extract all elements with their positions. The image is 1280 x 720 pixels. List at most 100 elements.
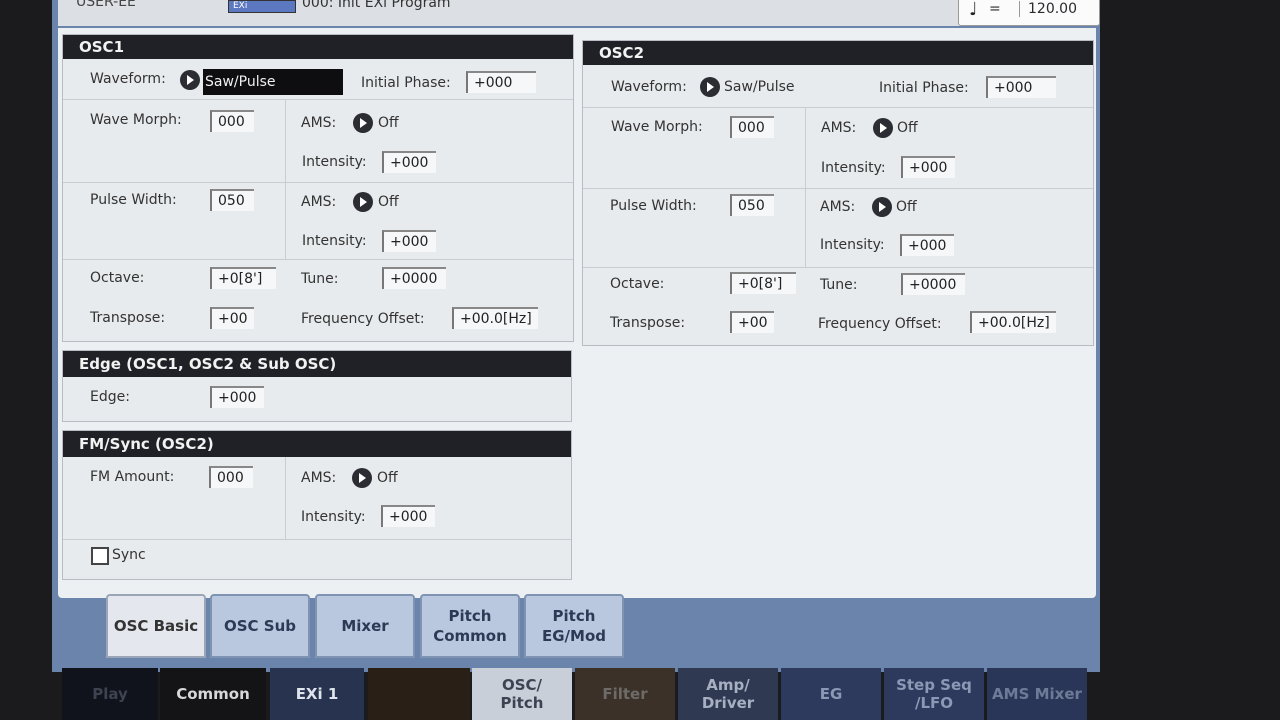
osc2-pw-ams-label: AMS:	[820, 199, 856, 215]
osc2-transpose-label: Transpose:	[610, 315, 686, 331]
osc2-transpose-field[interactable]: +00	[730, 311, 774, 333]
tab-osc-basic[interactable]: OSC Basic	[106, 594, 206, 658]
popup-arrow-icon[interactable]	[353, 192, 373, 212]
popup-arrow-icon[interactable]	[700, 77, 720, 97]
osc2-pulse-width-field[interactable]: 050	[730, 194, 774, 216]
osc2-pw-intensity-field[interactable]: +000	[900, 234, 954, 256]
tab-pitch-eg-mod[interactable]: Pitch EG/Mod	[524, 594, 624, 658]
mode-label: USER-EE	[76, 0, 136, 10]
osc2-freq-offset-field[interactable]: +00.0[Hz]	[970, 311, 1056, 333]
tab-pitch-common[interactable]: Pitch Common	[420, 594, 520, 658]
osc2-wave-morph-field[interactable]: 000	[730, 116, 774, 138]
osc2-waveform-row: Waveform: Saw/Pulse Initial Phase: +000	[583, 65, 1093, 108]
popup-arrow-icon[interactable]	[873, 118, 893, 138]
main-tab-common[interactable]: Common	[160, 668, 266, 720]
osc1-pw-ams-value[interactable]: Off	[378, 194, 399, 210]
osc1-pulse-width-label: Pulse Width:	[90, 192, 177, 208]
osc1-transpose-label: Transpose:	[90, 310, 166, 326]
main-tab-play[interactable]: Play	[62, 668, 158, 720]
osc2-wave-morph-label: Wave Morph:	[611, 119, 703, 135]
osc2-wm-ams-value[interactable]: Off	[897, 120, 918, 136]
fm-amount-field[interactable]: 000	[209, 466, 253, 488]
osc1-tune-field[interactable]: +0000	[382, 267, 446, 289]
osc1-wm-ams-value[interactable]: Off	[378, 115, 399, 131]
osc1-wm-intensity-field[interactable]: +000	[382, 151, 436, 173]
osc2-octave-field[interactable]: +0[8']	[730, 272, 796, 294]
osc1-transpose-field[interactable]: +00	[210, 307, 254, 329]
osc1-freq-offset-field[interactable]: +00.0[Hz]	[452, 307, 538, 329]
osc2-pw-ams-value[interactable]: Off	[896, 199, 917, 215]
program-name[interactable]: 000: Init EXi Program	[302, 0, 451, 11]
osc1-section: OSC1 Waveform: Saw/Pulse Initial Phase: …	[62, 34, 574, 342]
osc1-title: OSC1	[63, 35, 573, 59]
edge-section: Edge (OSC1, OSC2 & Sub OSC) Edge: +000	[62, 350, 572, 422]
tempo-value: 120.00	[1019, 1, 1077, 17]
popup-arrow-icon[interactable]	[353, 113, 373, 133]
main-tab-amp-line2: Driver	[701, 694, 755, 712]
fm-intensity-label: Intensity:	[301, 509, 366, 525]
osc2-tune-field[interactable]: +0000	[901, 273, 965, 295]
osc1-waveform-field[interactable]: Saw/Pulse	[203, 69, 343, 95]
fm-ams-value[interactable]: Off	[377, 470, 398, 486]
sync-label: Sync	[112, 547, 146, 563]
tempo-box[interactable]: ♩ = 120.00	[958, 0, 1100, 26]
osc2-initial-phase-label: Initial Phase:	[879, 80, 969, 96]
osc2-octave-label: Octave:	[610, 276, 665, 292]
tempo-equals: =	[989, 1, 1001, 17]
osc1-freq-offset-label: Frequency Offset:	[301, 311, 425, 327]
main-tab-filter[interactable]: Filter	[575, 668, 675, 720]
osc2-pulse-width-label: Pulse Width:	[610, 198, 697, 214]
osc1-wave-morph-field[interactable]: 000	[210, 110, 254, 132]
osc2-pulse-width-row: Pulse Width: 050 AMS: Off Intensity: +00…	[583, 189, 1093, 268]
osc2-pitch-row: Octave: +0[8'] Tune: +0000 Transpose: +0…	[583, 268, 1093, 344]
tab-osc-basic-label: OSC Basic	[113, 617, 199, 635]
tab-mixer-label: Mixer	[341, 617, 389, 635]
osc1-pulse-width-field[interactable]: 050	[210, 189, 254, 211]
osc1-wave-morph-row: Wave Morph: 000 AMS: Off Intensity: +000	[63, 100, 573, 183]
osc1-pw-ams-label: AMS:	[301, 194, 337, 210]
main-tab-amp-driver[interactable]: Amp/ Driver	[678, 668, 778, 720]
tab-osc-sub[interactable]: OSC Sub	[210, 594, 310, 658]
osc1-waveform-label: Waveform:	[90, 71, 166, 87]
osc1-octave-field[interactable]: +0[8']	[210, 267, 276, 289]
osc2-pw-intensity-label: Intensity:	[820, 237, 885, 253]
header-bar: USER-EE EXi 000: Init EXi Program	[58, 0, 1098, 26]
main-tab-step-seq[interactable]: Step Seq /LFO	[884, 668, 984, 720]
main-tab-amp-line1: Amp/	[706, 676, 750, 694]
edge-field[interactable]: +000	[210, 386, 264, 408]
fm-amount-label: FM Amount:	[90, 469, 175, 485]
osc2-section: OSC2 Waveform: Saw/Pulse Initial Phase: …	[582, 40, 1094, 346]
main-tab-osc-pitch-line1: OSC/	[501, 676, 543, 694]
osc2-freq-offset-label: Frequency Offset:	[818, 316, 942, 332]
fm-sync-title: FM/Sync (OSC2)	[63, 431, 571, 457]
main-tab-osc-pitch-line2: Pitch	[500, 694, 544, 712]
popup-arrow-icon[interactable]	[872, 197, 892, 217]
main-tab-exi1[interactable]: EXi 1	[270, 668, 364, 720]
osc2-wave-morph-row: Wave Morph: 000 AMS: Off Intensity: +000	[583, 108, 1093, 189]
osc1-pw-intensity-field[interactable]: +000	[382, 230, 436, 252]
tab-pitch-eg-line1: Pitch	[552, 607, 596, 625]
osc2-initial-phase-field[interactable]: +000	[986, 76, 1056, 98]
osc2-waveform-value[interactable]: Saw/Pulse	[724, 79, 795, 95]
fm-sync-section: FM/Sync (OSC2) FM Amount: 000 AMS: Off I…	[62, 430, 572, 580]
main-tab-play-label: Play	[92, 685, 128, 703]
osc1-initial-phase-field[interactable]: +000	[466, 71, 536, 93]
main-tab-ams-mixer-label: AMS Mixer	[992, 685, 1082, 703]
osc2-waveform-label: Waveform:	[611, 79, 687, 95]
fm-intensity-field[interactable]: +000	[381, 505, 435, 527]
osc1-wave-morph-label: Wave Morph:	[90, 112, 182, 128]
osc2-wm-intensity-label: Intensity:	[821, 160, 886, 176]
tab-pitch-common-line1: Pitch	[448, 607, 492, 625]
main-tab-ams-mixer[interactable]: AMS Mixer	[987, 668, 1087, 720]
edge-label: Edge:	[90, 389, 130, 405]
main-tab-osc-pitch[interactable]: OSC/ Pitch	[472, 668, 572, 720]
tab-pitch-common-line2: Common	[433, 627, 507, 645]
osc1-wm-intensity-label: Intensity:	[302, 154, 367, 170]
edge-title: Edge (OSC1, OSC2 & Sub OSC)	[63, 351, 571, 377]
popup-arrow-icon[interactable]	[352, 468, 372, 488]
tab-mixer[interactable]: Mixer	[315, 594, 415, 658]
popup-arrow-icon[interactable]	[180, 70, 200, 90]
osc2-wm-intensity-field[interactable]: +000	[901, 156, 955, 178]
main-tab-eg[interactable]: EG	[781, 668, 881, 720]
sync-checkbox[interactable]	[91, 547, 109, 565]
